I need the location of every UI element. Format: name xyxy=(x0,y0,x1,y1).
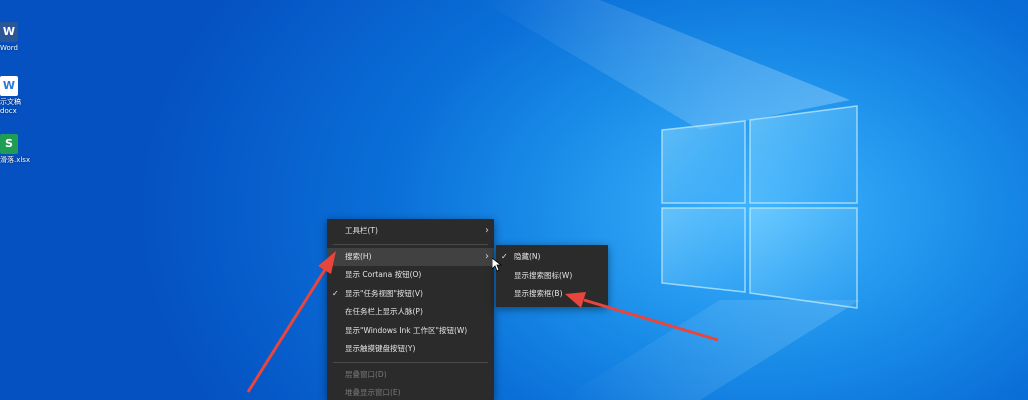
check-icon: ✓ xyxy=(501,252,508,261)
menu-item-search[interactable]: 搜索(H) › xyxy=(327,247,494,266)
check-icon: ✓ xyxy=(332,288,339,298)
desktop-icon-xlsx[interactable]: S 滑落.xlsx xyxy=(0,134,40,165)
annotation-arrow-search xyxy=(246,251,336,393)
desktop-icon-label-ext: docx xyxy=(0,107,17,115)
menu-item-label: 堆叠显示窗口(E) xyxy=(345,388,401,397)
taskbar-context-menu: 工具栏(T) › 搜索(H) › 显示 Cortana 按钮(O) ✓ 显示"任… xyxy=(327,219,494,400)
annotation-arrows xyxy=(246,251,719,393)
submenu-arrow-icon: › xyxy=(485,250,489,262)
menu-item-label: 显示搜索图标(W) xyxy=(514,270,573,280)
menu-item-label: 在任务栏上显示人脉(P) xyxy=(345,307,423,316)
menu-item-toolbars[interactable]: 工具栏(T) › xyxy=(327,222,494,241)
docx-file-icon: W xyxy=(0,76,18,96)
menu-item-label: 显示 Cortana 按钮(O) xyxy=(345,270,422,279)
desktop-icon-label: Word xyxy=(0,44,18,52)
menu-item-show-windows-ink[interactable]: 显示"Windows Ink 工作区"按钮(W) xyxy=(327,322,494,341)
submenu-arrow-icon: › xyxy=(485,225,489,236)
desktop-icon-word[interactable]: W Word xyxy=(0,22,40,53)
menu-item-label: 显示"Windows Ink 工作区"按钮(W) xyxy=(345,325,468,335)
menu-item-label: 工具栏(T) xyxy=(345,226,378,235)
windows-logo xyxy=(661,105,858,309)
desktop-icon-label: 滑落.xlsx xyxy=(0,156,31,164)
menu-item-label: 层叠窗口(D) xyxy=(345,369,387,379)
menu-item-show-touch-keyboard[interactable]: 显示触摸键盘按钮(Y) xyxy=(327,340,494,359)
submenu-item-hidden[interactable]: ✓ 隐藏(N) xyxy=(496,248,608,267)
menu-item-show-task-view[interactable]: ✓ 显示"任务视图"按钮(V) xyxy=(327,285,494,304)
menu-item-label: 显示触摸键盘按钮(Y) xyxy=(345,344,416,353)
desktop-background: W Word W 示文稿 docx S 滑落.xlsx 工具栏(T) › 搜索(… xyxy=(0,0,1028,400)
menu-item-show-people[interactable]: 在任务栏上显示人脉(P) xyxy=(327,303,494,322)
menu-item-cascade-windows: 层叠窗口(D) xyxy=(327,366,494,385)
xlsx-file-icon: S xyxy=(0,134,18,154)
menu-item-show-cortana[interactable]: 显示 Cortana 按钮(O) xyxy=(327,266,494,285)
menu-item-stack-windows: 堆叠显示窗口(E) xyxy=(327,384,494,400)
menu-item-label: 隐藏(N) xyxy=(514,252,541,261)
menu-item-label: 搜索(H) xyxy=(345,251,372,261)
menu-item-label: 显示搜索框(B) xyxy=(514,289,563,298)
menu-item-label: 显示"任务视图"按钮(V) xyxy=(345,288,423,298)
menu-separator xyxy=(333,361,488,363)
word-app-icon: W xyxy=(0,22,18,42)
menu-separator xyxy=(333,243,488,245)
submenu-item-show-search-icon[interactable]: 显示搜索图标(W) xyxy=(496,267,608,286)
mouse-cursor-icon xyxy=(492,258,502,272)
desktop-icon-docx[interactable]: W 示文稿 docx xyxy=(0,76,40,116)
desktop-icon-label: 示文稿 xyxy=(0,98,21,106)
submenu-item-show-search-box[interactable]: 显示搜索框(B) xyxy=(496,285,608,304)
search-submenu: ✓ 隐藏(N) 显示搜索图标(W) 显示搜索框(B) xyxy=(496,245,608,307)
wallpaper-light-beams xyxy=(480,0,860,400)
